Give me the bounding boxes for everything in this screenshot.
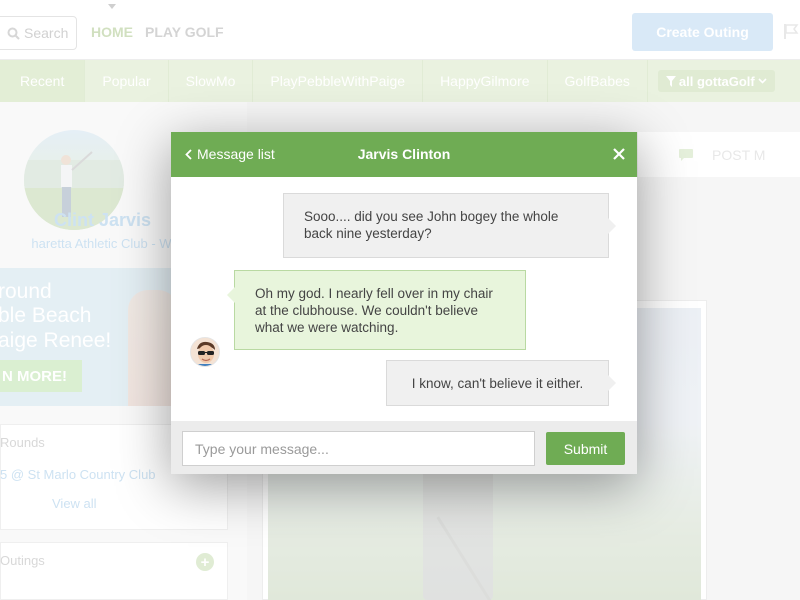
close-icon[interactable] (611, 146, 627, 162)
contact-avatar (190, 337, 220, 367)
back-to-message-list[interactable]: Message list (185, 146, 275, 162)
message-thread[interactable]: Sooo.... did you see John bogey the whol… (171, 177, 637, 421)
message-bubble-outgoing: Sooo.... did you see John bogey the whol… (283, 193, 616, 258)
modal-header: Message list Jarvis Clinton (171, 132, 637, 177)
message-bubble-incoming: Oh my god. I nearly fell over in my chai… (227, 270, 526, 350)
submit-button[interactable]: Submit (546, 432, 625, 465)
back-label: Message list (197, 146, 275, 162)
message-bubble-outgoing: I know, can't believe it either. (386, 360, 616, 406)
message-input[interactable] (182, 431, 535, 466)
message-composer: Submit (171, 421, 637, 474)
message-modal: Message list Jarvis Clinton Sooo.... did… (171, 132, 637, 474)
chevron-left-icon (185, 148, 192, 160)
